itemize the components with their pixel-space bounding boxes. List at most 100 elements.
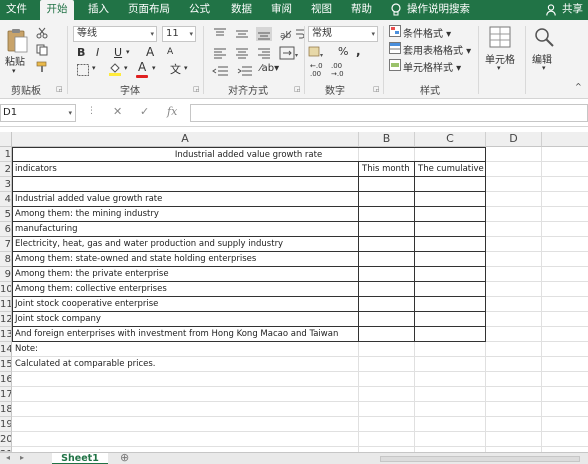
cut-icon[interactable]: [36, 27, 48, 39]
row-header[interactable]: 2: [0, 162, 12, 177]
indent-icons[interactable]: [212, 64, 262, 78]
indicator-cell[interactable]: Joint stock cooperative enterprise: [12, 297, 359, 312]
value-cell[interactable]: [359, 237, 415, 252]
value-cell[interactable]: [359, 192, 415, 207]
borders-dropdown-icon[interactable]: ▾: [92, 64, 96, 72]
indicators-header-cell[interactable]: indicators: [12, 162, 359, 177]
row-header[interactable]: 13: [0, 327, 12, 342]
cells-icon[interactable]: [489, 26, 511, 48]
value-cell[interactable]: [415, 192, 486, 207]
indicator-cell[interactable]: Among them: the private enterprise: [12, 267, 359, 282]
comma-button[interactable]: ,: [356, 44, 361, 58]
alignment-launcher-icon[interactable]: ◲: [294, 85, 301, 93]
row-header[interactable]: 5: [0, 207, 12, 222]
name-box[interactable]: D1 ▾: [0, 104, 76, 122]
select-all-corner[interactable]: [0, 132, 12, 147]
row-header[interactable]: 4: [0, 192, 12, 207]
format-as-table-button[interactable]: 套用表格格式 ▾: [403, 42, 471, 57]
row-header[interactable]: 20: [0, 432, 12, 447]
note-label-cell[interactable]: Note:: [12, 342, 359, 357]
font-size-select[interactable]: 11 ▾: [162, 26, 196, 42]
row-header[interactable]: 11: [0, 297, 12, 312]
sheet-tab-sheet1[interactable]: Sheet1: [52, 453, 108, 464]
row-header[interactable]: 3: [0, 177, 12, 192]
merge-center-icon[interactable]: ▾: [279, 46, 299, 60]
indicator-cell[interactable]: [12, 177, 359, 192]
font-launcher-icon[interactable]: ◲: [193, 85, 200, 93]
sheet-nav-right-icon[interactable]: ▸: [20, 453, 24, 462]
indicator-cell[interactable]: And foreign enterprises with investment …: [12, 327, 359, 342]
borders-icon[interactable]: [77, 64, 89, 76]
sheet-title-cell[interactable]: Industrial added value growth rate: [12, 147, 486, 162]
value-cell[interactable]: [415, 252, 486, 267]
tab-review[interactable]: 审阅: [271, 0, 292, 20]
number-format-select[interactable]: 常规 ▾: [308, 26, 378, 42]
row-header[interactable]: 1: [0, 147, 12, 162]
row-header[interactable]: 15: [0, 357, 12, 372]
horizontal-scrollbar[interactable]: [380, 456, 580, 462]
editing-dropdown-icon[interactable]: ▾: [542, 64, 546, 72]
value-cell[interactable]: [415, 282, 486, 297]
row-header[interactable]: 6: [0, 222, 12, 237]
add-sheet-icon[interactable]: ⊕: [120, 451, 129, 464]
column-header-e[interactable]: [542, 132, 588, 147]
value-cell[interactable]: [359, 267, 415, 282]
row-header[interactable]: 19: [0, 417, 12, 432]
value-cell[interactable]: [359, 177, 415, 192]
conditional-formatting-button[interactable]: 条件格式 ▾: [403, 25, 451, 40]
phonetic-button[interactable]: 文: [170, 61, 181, 77]
value-cell[interactable]: [415, 237, 486, 252]
value-cell[interactable]: [359, 297, 415, 312]
indicator-cell[interactable]: Joint stock company: [12, 312, 359, 327]
formula-input[interactable]: [190, 104, 588, 122]
note-text-cell[interactable]: Calculated at comparable prices.: [12, 357, 359, 372]
value-cell[interactable]: [359, 282, 415, 297]
row-header[interactable]: 10: [0, 282, 12, 297]
clipboard-launcher-icon[interactable]: ◲: [56, 85, 63, 93]
tab-formulas[interactable]: 公式: [189, 0, 210, 20]
row-header[interactable]: 16: [0, 372, 12, 387]
horizontal-align-icons[interactable]: [212, 46, 274, 60]
value-cell[interactable]: [415, 297, 486, 312]
indicator-cell[interactable]: Electricity, heat, gas and water product…: [12, 237, 359, 252]
tab-home[interactable]: 开始: [40, 0, 74, 20]
tell-me-search[interactable]: 操作说明搜索: [407, 0, 470, 20]
tab-file[interactable]: 文件: [6, 0, 27, 20]
value-cell[interactable]: [415, 222, 486, 237]
fill-color-dropdown-icon[interactable]: ▾: [124, 64, 128, 72]
fill-color-icon[interactable]: [108, 62, 122, 76]
underline-button[interactable]: U: [114, 46, 122, 59]
tab-page-layout[interactable]: 页面布局: [128, 0, 170, 20]
italic-button[interactable]: I: [96, 46, 99, 59]
font-color-dropdown-icon[interactable]: ▾: [152, 64, 156, 72]
shrink-font-button[interactable]: A: [167, 47, 173, 57]
value-cell[interactable]: [415, 177, 486, 192]
value-cell[interactable]: [415, 207, 486, 222]
row-header[interactable]: 9: [0, 267, 12, 282]
value-cell[interactable]: [415, 327, 486, 342]
phonetic-dropdown-icon[interactable]: ▾: [184, 64, 188, 72]
cells-dropdown-icon[interactable]: ▾: [497, 64, 501, 72]
value-cell[interactable]: [415, 267, 486, 282]
percent-button[interactable]: %: [338, 45, 348, 58]
number-launcher-icon[interactable]: ◲: [373, 85, 380, 93]
paste-button-label[interactable]: 粘贴: [5, 53, 25, 68]
underline-dropdown-icon[interactable]: ▾: [126, 48, 130, 56]
bold-button[interactable]: B: [77, 46, 85, 59]
value-cell[interactable]: [415, 312, 486, 327]
share-button[interactable]: 共享: [562, 0, 583, 20]
copy-icon[interactable]: [36, 44, 48, 56]
cancel-icon[interactable]: ✕: [113, 105, 122, 118]
font-color-button[interactable]: A: [138, 60, 146, 74]
grow-font-button[interactable]: A: [146, 45, 154, 59]
row-header[interactable]: 8: [0, 252, 12, 267]
indicator-cell[interactable]: Among them: the mining industry: [12, 207, 359, 222]
increase-decimal-button[interactable]: ←.0.00: [310, 62, 323, 78]
tab-view[interactable]: 视图: [311, 0, 332, 20]
column-header-a[interactable]: A: [12, 132, 359, 147]
enter-icon[interactable]: ✓: [140, 105, 149, 118]
value-cell[interactable]: [359, 252, 415, 267]
row-header[interactable]: 12: [0, 312, 12, 327]
value-cell[interactable]: [359, 207, 415, 222]
paste-dropdown-icon[interactable]: ▾: [12, 67, 16, 75]
